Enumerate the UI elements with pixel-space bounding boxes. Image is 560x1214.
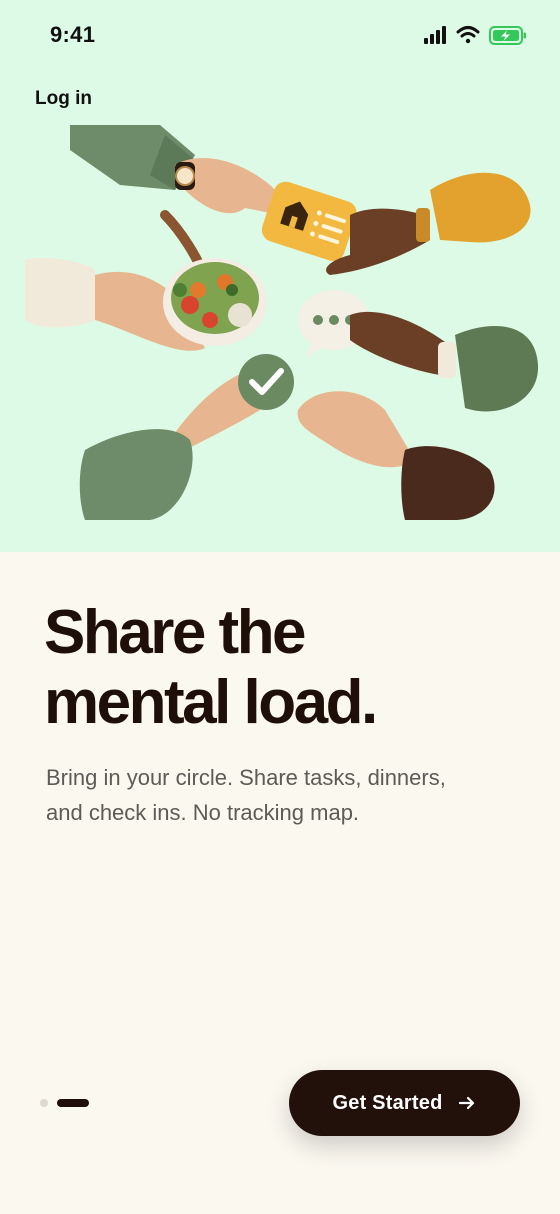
wifi-icon — [456, 26, 480, 44]
arm-bottom-right — [297, 391, 495, 520]
hero-section: 9:41 Log in — [0, 0, 560, 552]
arm-right — [350, 311, 539, 412]
arrow-right-icon — [458, 1096, 474, 1110]
page-dot-1[interactable] — [40, 1099, 48, 1107]
status-icons — [424, 26, 526, 45]
house-tasks-card-icon — [261, 181, 357, 262]
headline: Share the mental load. — [44, 598, 524, 738]
hands-illustration — [25, 125, 539, 520]
arm-top-left — [70, 125, 280, 214]
headline-line-1: Share the — [44, 598, 307, 667]
battery-charging-icon — [489, 26, 526, 45]
food-bowl-icon — [160, 210, 267, 346]
get-started-label: Get Started — [332, 1091, 443, 1114]
get-started-button[interactable]: Get Started — [289, 1070, 520, 1136]
page-dot-2-active[interactable] — [57, 1099, 89, 1107]
status-bar: 9:41 — [0, 0, 560, 70]
status-time: 9:41 — [50, 22, 96, 47]
arm-top-right — [326, 172, 531, 275]
login-link[interactable]: Log in — [35, 88, 92, 110]
cellular-signal-icon — [424, 26, 446, 44]
checkmark-token-icon — [238, 354, 294, 410]
subtitle: Bring in your circle. Share tasks, dinne… — [46, 765, 446, 825]
headline-line-2: mental load. — [44, 668, 378, 737]
arm-bottom-left — [79, 370, 260, 520]
